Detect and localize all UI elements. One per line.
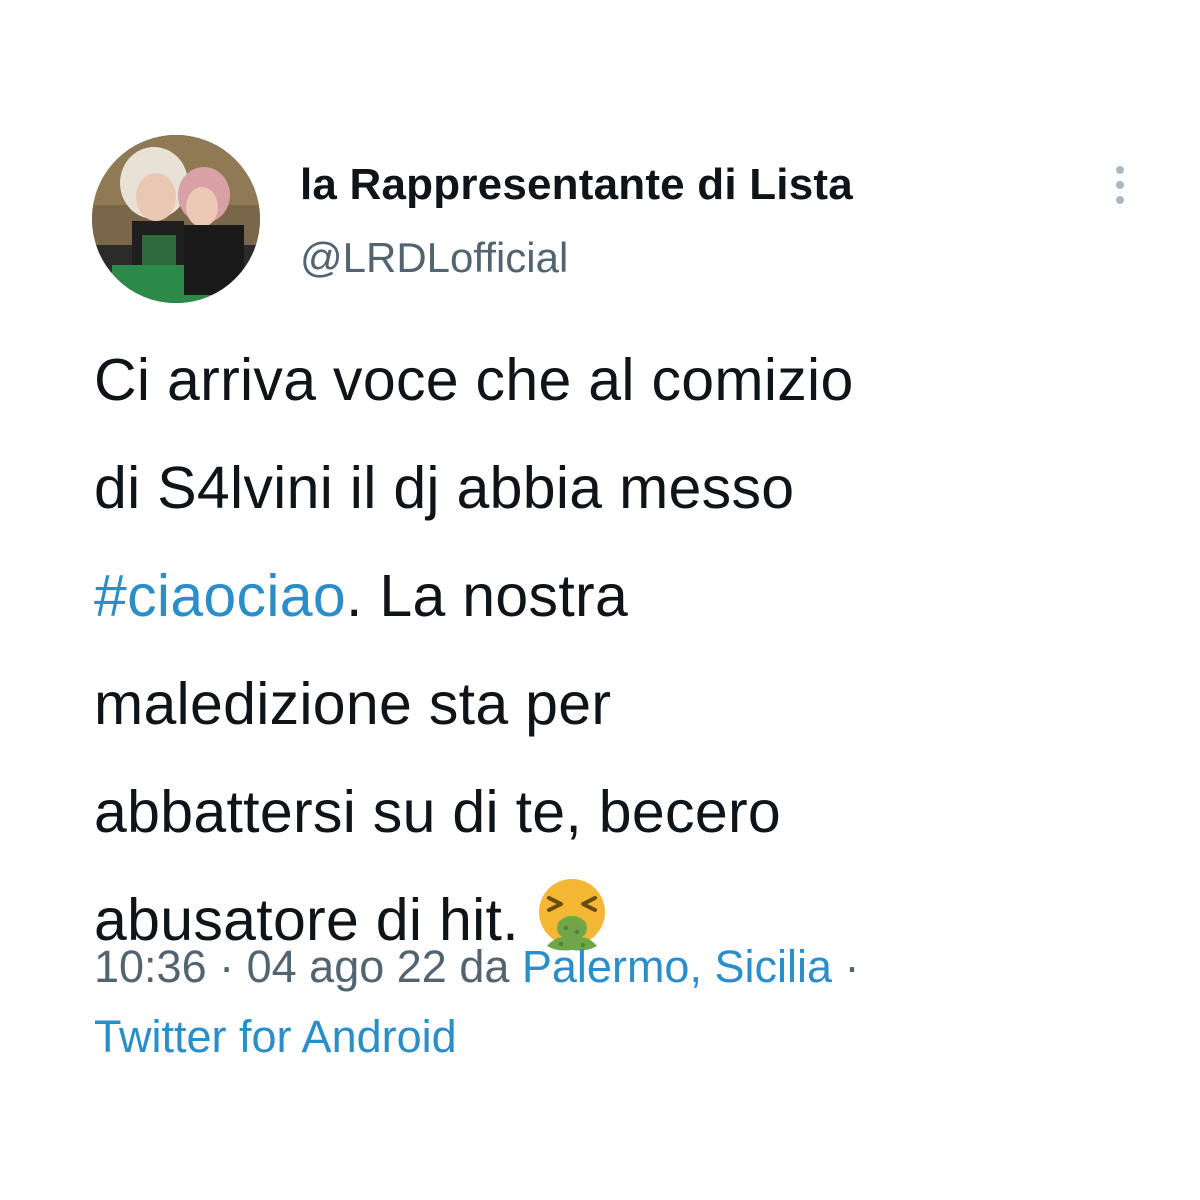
- more-options-button[interactable]: [1104, 160, 1136, 210]
- tweet-text-fragment: . La nostra: [345, 563, 629, 629]
- tweet-metadata-line: 10:36 · 04 ago 22 da Palermo, Sicilia ·: [94, 932, 1144, 1002]
- ellipsis-dot: [1116, 181, 1124, 189]
- vertical-ellipsis-icon: [1116, 166, 1124, 174]
- meta-separator: ·: [206, 941, 247, 992]
- source-link[interactable]: Twitter for Android: [94, 1002, 1144, 1072]
- profile-photo: [92, 135, 260, 303]
- meta-from-label: da: [446, 941, 522, 992]
- hashtag-link[interactable]: #ciaociao: [94, 563, 346, 629]
- tweet-text-line: maledizione sta per: [94, 671, 612, 737]
- tweet-time[interactable]: 10:36: [94, 941, 207, 992]
- location-link[interactable]: Palermo, Sicilia: [522, 941, 832, 992]
- tweet-card: la Rappresentante di Lista @LRDLofficial…: [0, 0, 1200, 1200]
- tweet-text-line: Ci arriva voce che al comizio: [94, 347, 854, 413]
- author-handle[interactable]: @LRDLofficial: [300, 234, 568, 282]
- tweet-text-line: di S4lvini il dj abbia messo: [94, 455, 795, 521]
- tweet-text: Ci arriva voce che al comizio di S4lvini…: [94, 326, 1134, 974]
- tweet-date[interactable]: 04 ago 22: [247, 941, 447, 992]
- tweet-text-line: #ciaociao. La nostra: [94, 542, 1134, 650]
- tweet-metadata: 10:36 · 04 ago 22 da Palermo, Sicilia · …: [94, 932, 1144, 1072]
- ellipsis-dot: [1116, 196, 1124, 204]
- author-avatar[interactable]: [92, 135, 260, 303]
- meta-separator: ·: [832, 941, 860, 992]
- tweet-text-line: abbattersi su di te, becero: [94, 779, 782, 845]
- author-display-name[interactable]: la Rappresentante di Lista: [300, 160, 853, 210]
